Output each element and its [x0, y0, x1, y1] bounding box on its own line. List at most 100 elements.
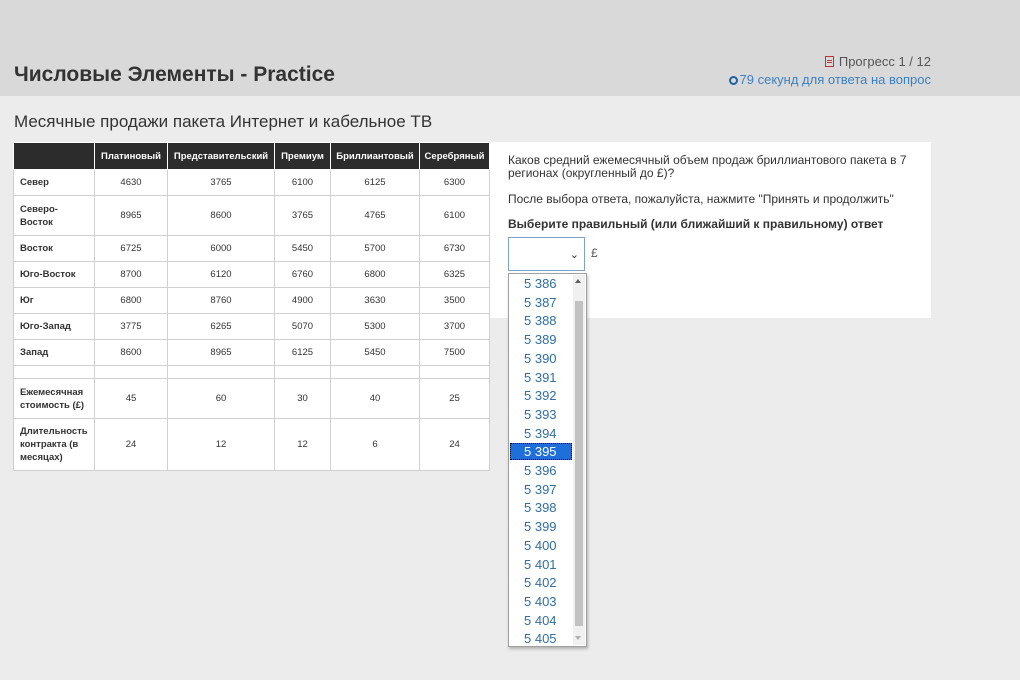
row-label: Юго-Запад	[13, 313, 95, 340]
table-row: Юго-Запад 3775 6265 5070 5300 3700	[13, 313, 490, 340]
table-cell: 8965	[167, 339, 275, 366]
row-label: Север	[13, 169, 95, 196]
scroll-up-arrow-icon[interactable]	[575, 279, 581, 283]
dropdown-option[interactable]: 5 392	[510, 387, 572, 404]
stopwatch-icon	[728, 76, 738, 85]
table-cell: 40	[330, 378, 420, 419]
dropdown-option[interactable]: 5 386	[510, 275, 572, 292]
table-cell: 5450	[274, 235, 331, 262]
progress-indicator: Прогресс 1 / 12	[824, 54, 931, 69]
table-cell: 3630	[330, 287, 420, 314]
table-cell: 6265	[167, 313, 275, 340]
dropdown-option[interactable]: 5 403	[510, 593, 572, 610]
table-cell: 8600	[94, 339, 168, 366]
table-cell: 6100	[274, 169, 331, 196]
dropdown-option[interactable]: 5 399	[510, 518, 572, 535]
table-row: Запад 8600 8965 6125 5450 7500	[13, 339, 490, 366]
instruction-text: После выбора ответа, пожалуйста, нажмите…	[508, 192, 894, 206]
table-row: Северо-Восток 8965 8600 3765 4765 6100	[13, 195, 490, 236]
table-cell: 5070	[274, 313, 331, 340]
table-cell: 3765	[274, 195, 331, 236]
table-cell: 8600	[167, 195, 275, 236]
dropdown-option[interactable]: 5 405	[510, 630, 572, 646]
dropdown-option[interactable]: 5 397	[510, 481, 572, 498]
table-cell: 6325	[419, 261, 490, 288]
spacer-cell	[167, 365, 275, 379]
table-cell: 4900	[274, 287, 331, 314]
table-row: Юг 6800 8760 4900 3630 3500	[13, 287, 490, 314]
table-title: Месячные продажи пакета Интернет и кабел…	[14, 112, 433, 131]
table-cell: 3765	[167, 169, 275, 196]
table-cell: 12	[274, 418, 331, 471]
corner-header	[13, 142, 95, 170]
row-label: Юго-Восток	[13, 261, 95, 288]
dropdown-option[interactable]: 5 401	[510, 556, 572, 573]
header-bar: Числовые Элементы - Practice Прогресс 1 …	[0, 0, 1020, 96]
table-cell: 7500	[419, 339, 490, 366]
document-icon	[824, 56, 834, 67]
table-row: Длительность контракта (в месяцах) 24 12…	[13, 418, 490, 471]
dropdown-option[interactable]: 5 393	[510, 406, 572, 423]
row-label: Юг	[13, 287, 95, 314]
table-row: Ежемесячная стоимость (£) 45 60 30 40 25	[13, 378, 490, 419]
table-cell: 6000	[167, 235, 275, 262]
table-cell: 5700	[330, 235, 420, 262]
progress-text: Прогресс 1 / 12	[838, 54, 931, 69]
spacer-cell	[274, 365, 331, 379]
dropdown-option[interactable]: 5 390	[510, 350, 572, 367]
sales-table: Платиновый Представительский Премиум Бри…	[13, 142, 490, 471]
table-cell: 4630	[94, 169, 168, 196]
spacer-cell	[13, 365, 95, 379]
dropdown-option[interactable]: 5 398	[510, 499, 572, 516]
dropdown-option[interactable]: 5 402	[510, 574, 572, 591]
dropdown-option-highlighted[interactable]: 5 395	[510, 443, 572, 461]
table-cell: 24	[94, 418, 168, 471]
table-cell: 6120	[167, 261, 275, 288]
page-title: Числовые Элементы - Practice	[14, 63, 335, 86]
table-row: Юго-Восток 8700 6120 6760 6800 6325	[13, 261, 490, 288]
dropdown-scrollbar[interactable]	[573, 275, 585, 645]
table-cell: 60	[167, 378, 275, 419]
answer-prompt: Выберите правильный (или ближайший к пра…	[508, 217, 884, 231]
table-cell: 24	[419, 418, 490, 471]
scrollbar-thumb[interactable]	[575, 301, 583, 626]
question-text: Каков средний ежемесячный объем продаж б…	[508, 153, 907, 180]
table-cell: 45	[94, 378, 168, 419]
table-cell: 3700	[419, 313, 490, 340]
table-cell: 6725	[94, 235, 168, 262]
dropdown-option[interactable]: 5 388	[510, 312, 572, 329]
dropdown-option[interactable]: 5 387	[510, 294, 572, 311]
dropdown-option[interactable]: 5 396	[510, 462, 572, 479]
table-cell: 8760	[167, 287, 275, 314]
chevron-down-icon: ⌄	[569, 249, 579, 261]
answer-select[interactable]: ⌄	[508, 237, 585, 271]
row-label: Северо-Восток	[13, 195, 95, 236]
dropdown-option[interactable]: 5 404	[510, 612, 572, 629]
table-cell: 25	[419, 378, 490, 419]
table-cell: 6760	[274, 261, 331, 288]
answer-dropdown-list[interactable]: 5 386 5 387 5 388 5 389 5 390 5 391 5 39…	[508, 273, 587, 647]
table-cell: 4765	[330, 195, 420, 236]
dropdown-option[interactable]: 5 389	[510, 331, 572, 348]
spacer-cell	[330, 365, 420, 379]
dropdown-option[interactable]: 5 400	[510, 537, 572, 554]
scroll-down-arrow-icon[interactable]	[575, 636, 581, 640]
table-cell: 5300	[330, 313, 420, 340]
table-header-row: Платиновый Представительский Премиум Бри…	[13, 142, 490, 170]
table-cell: 6100	[419, 195, 490, 236]
row-label: Ежемесячная стоимость (£)	[13, 378, 95, 419]
dropdown-option[interactable]: 5 391	[510, 369, 572, 386]
table-cell: 6800	[330, 261, 420, 288]
table-spacer-row	[13, 365, 490, 379]
table-cell: 6125	[274, 339, 331, 366]
dropdown-option[interactable]: 5 394	[510, 425, 572, 442]
table-cell: 6300	[419, 169, 490, 196]
column-header: Премиум	[274, 142, 331, 170]
timer: 79 секунд для ответа на вопрос	[728, 72, 931, 87]
table-cell: 30	[274, 378, 331, 419]
table-cell: 6800	[94, 287, 168, 314]
column-header: Серебряный	[419, 142, 490, 170]
row-label: Восток	[13, 235, 95, 262]
table-cell: 3500	[419, 287, 490, 314]
table-cell: 3775	[94, 313, 168, 340]
